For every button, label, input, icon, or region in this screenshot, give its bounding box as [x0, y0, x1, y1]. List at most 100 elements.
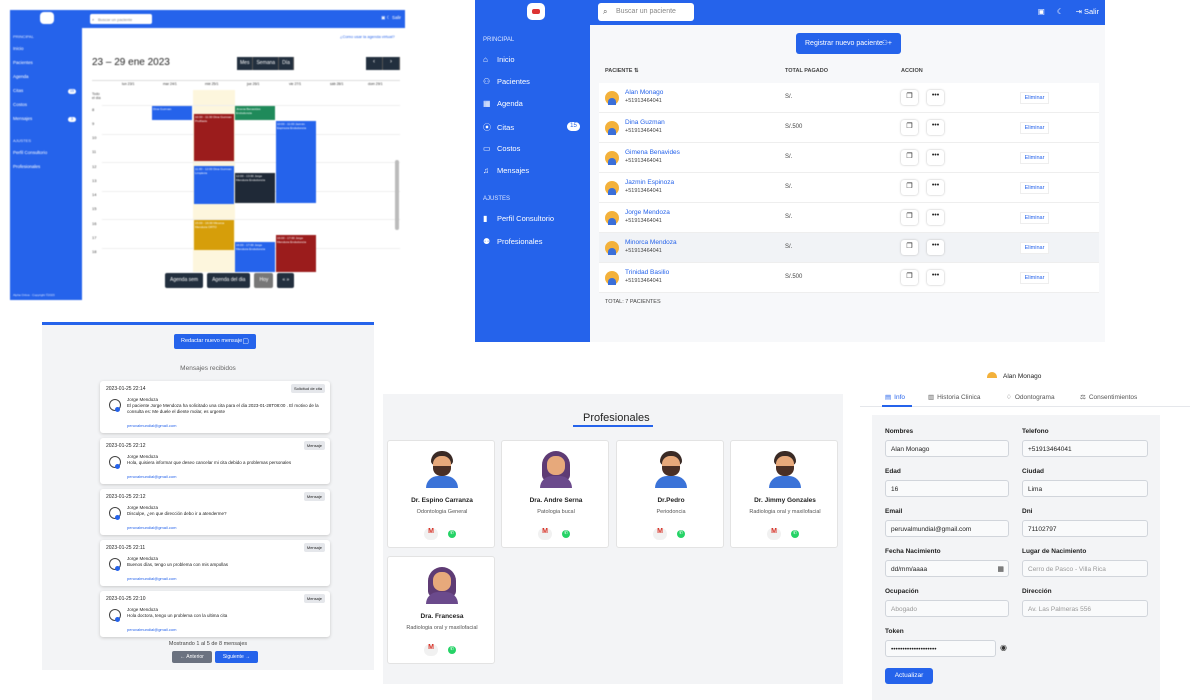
message-email[interactable]: peruvalmundial@gmail.com [127, 576, 176, 581]
sidebar-item-inicio[interactable]: Inicio [13, 46, 24, 51]
delete-button[interactable]: Eliminar [1020, 92, 1049, 104]
calendar-event[interactable]: Jimena Benavides Endodoncia [235, 106, 275, 120]
gmail-icon[interactable]: M [424, 528, 438, 540]
message-card[interactable]: 2023-01-25 22:12 Mensaje Jorge Mendoza H… [100, 438, 330, 484]
sidebar-item-pacientes[interactable]: Pacientes [13, 60, 33, 65]
more-icon[interactable]: ••• [927, 210, 944, 225]
message-card[interactable]: 2023-01-25 22:12 Mensaje Jorge Mendoza D… [100, 489, 330, 535]
message-card[interactable]: 2023-01-25 22:11 Mensaje Jorge Mendoza B… [100, 540, 330, 586]
message-email[interactable]: peruvalmundial@gmail.com [127, 474, 176, 479]
tab-info[interactable]: ▤ Info [885, 393, 905, 401]
delete-button[interactable]: Eliminar [1020, 212, 1049, 224]
agenda-week-button[interactable]: Agenda sem [165, 273, 204, 288]
update-button[interactable]: Actualizar [885, 668, 933, 684]
patient-search-input[interactable]: ⌕ Buscar un paciente [598, 3, 694, 21]
sidebar-item-agenda[interactable]: Agenda [13, 74, 29, 79]
next-page-button[interactable]: Siguiente → [215, 651, 258, 663]
prev-week-button[interactable]: ‹ [366, 57, 383, 70]
professional-card[interactable]: Dr.Pedro Periodoncia M ✆ [616, 440, 724, 548]
chat-icon[interactable]: ▣ [1038, 7, 1045, 16]
patient-name-link[interactable]: Jorge Mendoza [625, 209, 670, 216]
direccion-input[interactable]: Av. Las Palmeras 556 [1022, 600, 1148, 617]
delete-button[interactable]: Eliminar [1020, 272, 1049, 284]
next-week-button[interactable]: › [383, 57, 400, 70]
message-email[interactable]: peruvalmundial@gmail.com [127, 525, 176, 530]
nombres-input[interactable]: Alan Monago [885, 440, 1009, 457]
sidebar-item-citas[interactable]: Citas [13, 88, 23, 93]
calendar-scrollbar[interactable] [395, 160, 399, 230]
sidebar-item-profesionales[interactable]: ⚉ Profesionales [483, 237, 542, 246]
message-card[interactable]: 2023-01-25 22:14 Solicitud de cita Jorge… [100, 381, 330, 433]
gmail-icon[interactable]: M [538, 528, 552, 540]
copy-icon[interactable]: ❐ [901, 210, 918, 225]
prev-next-button[interactable]: « » [277, 273, 295, 288]
agenda-day-button[interactable]: Agenda del dia [207, 273, 251, 288]
whatsapp-icon[interactable]: ✆ [448, 646, 456, 654]
patient-name-link[interactable]: Jazmin Espinoza [625, 179, 674, 186]
gmail-icon[interactable]: M [424, 644, 438, 656]
copy-icon[interactable]: ❐ [901, 120, 918, 135]
agenda-help-link[interactable]: ¿Como usar la agenda virtual? [340, 34, 395, 39]
message-card[interactable]: 2023-01-25 22:10 Mensaje Jorge Mendoza H… [100, 591, 330, 637]
message-email[interactable]: peruvalmundial@gmail.com [127, 627, 176, 632]
calendar-event[interactable]: 12:00 - 13:00 Jorge Mendoza Endodoncia [235, 173, 275, 203]
whatsapp-icon[interactable]: ✆ [448, 530, 456, 538]
copy-icon[interactable]: ❐ [901, 150, 918, 165]
more-icon[interactable]: ••• [927, 180, 944, 195]
logout-button[interactable]: Salir [392, 15, 401, 20]
patient-name-link[interactable]: Dina Guzman [625, 119, 665, 126]
more-icon[interactable]: ••• [927, 120, 944, 135]
calendar-search-input[interactable]: ⌕ Buscar un paciente [90, 14, 152, 24]
whatsapp-icon[interactable]: ✆ [677, 530, 685, 538]
calendar-event[interactable]: 10:00 - 11:00 Jazmin Espinoza Endodoncia [276, 121, 316, 203]
dni-input[interactable]: 71102797 [1022, 520, 1148, 537]
gmail-icon[interactable]: M [653, 528, 667, 540]
copy-icon[interactable]: ❐ [901, 180, 918, 195]
calendar-event[interactable]: 11:00 - 12:00 Dina Guzman Limpieza [194, 166, 234, 204]
calendar-event[interactable]: 15:00 - 16:00 Minorca Mendoza ORTO [194, 220, 234, 250]
calendar-icon[interactable]: ▦ [997, 565, 1004, 573]
today-button[interactable]: Hoy [254, 273, 274, 288]
sidebar-item-profesionales[interactable]: Profesionales [13, 164, 40, 169]
delete-button[interactable]: Eliminar [1020, 182, 1049, 194]
chat-icon[interactable]: ▣ [381, 15, 385, 20]
sidebar-item-perfil[interactable]: Perfil Consultorio [13, 150, 47, 155]
view-day-button[interactable]: Día [279, 57, 294, 70]
fecha-nacimiento-input[interactable]: dd/mm/aaaa ▦ [885, 560, 1009, 577]
sidebar-item-perfil-consultorio[interactable]: ▮ Perfil Consultorio [483, 214, 554, 223]
tab-odontograma[interactable]: ♢ Odontograma [1006, 393, 1055, 401]
patient-name-link[interactable]: Alan Monago [625, 89, 663, 96]
professional-card[interactable]: Dra. Francesa Radiologia oral y maxilofa… [387, 556, 495, 664]
gmail-icon[interactable]: M [767, 528, 781, 540]
telefono-input[interactable]: +51913464041 [1022, 440, 1148, 457]
tab-historia-clinica[interactable]: ▥ Historia Clinica [928, 393, 981, 401]
copy-icon[interactable]: ❐ [901, 270, 918, 285]
calendar-event[interactable]: 16:00 - 17:00 Jorge Mendoza Endodoncia [235, 242, 275, 272]
sidebar-item-costos[interactable]: Costos [13, 102, 27, 107]
token-input[interactable]: •••••••••••••••••••• [885, 640, 996, 657]
delete-button[interactable]: Eliminar [1020, 242, 1049, 254]
register-patient-button[interactable]: Registrar nuevo paciente ⚇+ [796, 33, 901, 54]
patient-name-link[interactable]: Gimena Benavides [625, 149, 680, 156]
logout-button[interactable]: ⇥ Salir [1076, 7, 1099, 16]
ciudad-input[interactable]: Lima [1022, 480, 1148, 497]
eye-icon[interactable]: ◉ [1000, 643, 1007, 652]
email-input[interactable]: peruvalmundial@gmail.com [885, 520, 1009, 537]
more-icon[interactable]: ••• [927, 270, 944, 285]
view-month-button[interactable]: Mes [237, 57, 254, 70]
patient-name-link[interactable]: Trinidad Basilio [625, 269, 669, 276]
patient-name-link[interactable]: Minorca Mendoza [625, 239, 677, 246]
sidebar-item-pacientes[interactable]: ⚇ Pacientes [483, 77, 530, 86]
professional-card[interactable]: Dr. Espino Carranza Odontologia General … [387, 440, 495, 548]
lugar-nacimiento-input[interactable]: Cerro de Pasco - Villa Rica [1022, 560, 1148, 577]
sidebar-item-inicio[interactable]: ⌂ Inicio [483, 55, 515, 64]
delete-button[interactable]: Eliminar [1020, 152, 1049, 164]
sidebar-item-costos[interactable]: ▭ Costos [483, 144, 520, 153]
sidebar-item-agenda[interactable]: ▦ Agenda [483, 99, 523, 108]
delete-button[interactable]: Eliminar [1020, 122, 1049, 134]
moon-icon[interactable]: ☾ [1057, 7, 1064, 16]
professional-card[interactable]: Dr. Jimmy Gonzales Radiologia oral y max… [730, 440, 838, 548]
tab-consentimientos[interactable]: ⚖ Consentimientos [1080, 393, 1137, 401]
professional-card[interactable]: Dra. Andre Serna Patologia bucal M ✆ [501, 440, 609, 548]
whatsapp-icon[interactable]: ✆ [791, 530, 799, 538]
